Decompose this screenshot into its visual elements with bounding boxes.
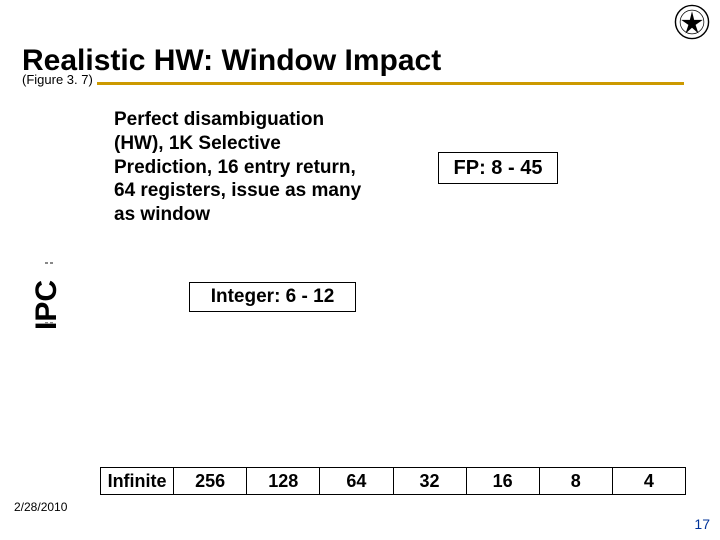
- x-category: 8: [539, 467, 613, 495]
- x-category: Infinite: [100, 467, 174, 495]
- figure-reference: (Figure 3. 7): [22, 72, 97, 87]
- x-category: 128: [246, 467, 320, 495]
- experiment-description: Perfect disambiguation (HW), 1K Selectiv…: [114, 108, 374, 227]
- slide-date: 2/28/2010: [14, 500, 67, 514]
- x-category: 64: [319, 467, 393, 495]
- university-seal-icon: [674, 4, 710, 40]
- y-axis-tick: [45, 262, 53, 264]
- title-rule: [22, 82, 684, 85]
- page-number: 17: [694, 516, 710, 532]
- y-axis-tick: [45, 322, 53, 324]
- integer-range-box: Integer: 6 - 12: [189, 282, 356, 312]
- x-category: 16: [466, 467, 540, 495]
- x-category: 256: [173, 467, 247, 495]
- x-category: 32: [393, 467, 467, 495]
- fp-range-box: FP: 8 - 45: [438, 152, 558, 184]
- x-category: 4: [612, 467, 686, 495]
- x-axis: Infinite 256 128 64 32 16 8 4: [100, 467, 686, 495]
